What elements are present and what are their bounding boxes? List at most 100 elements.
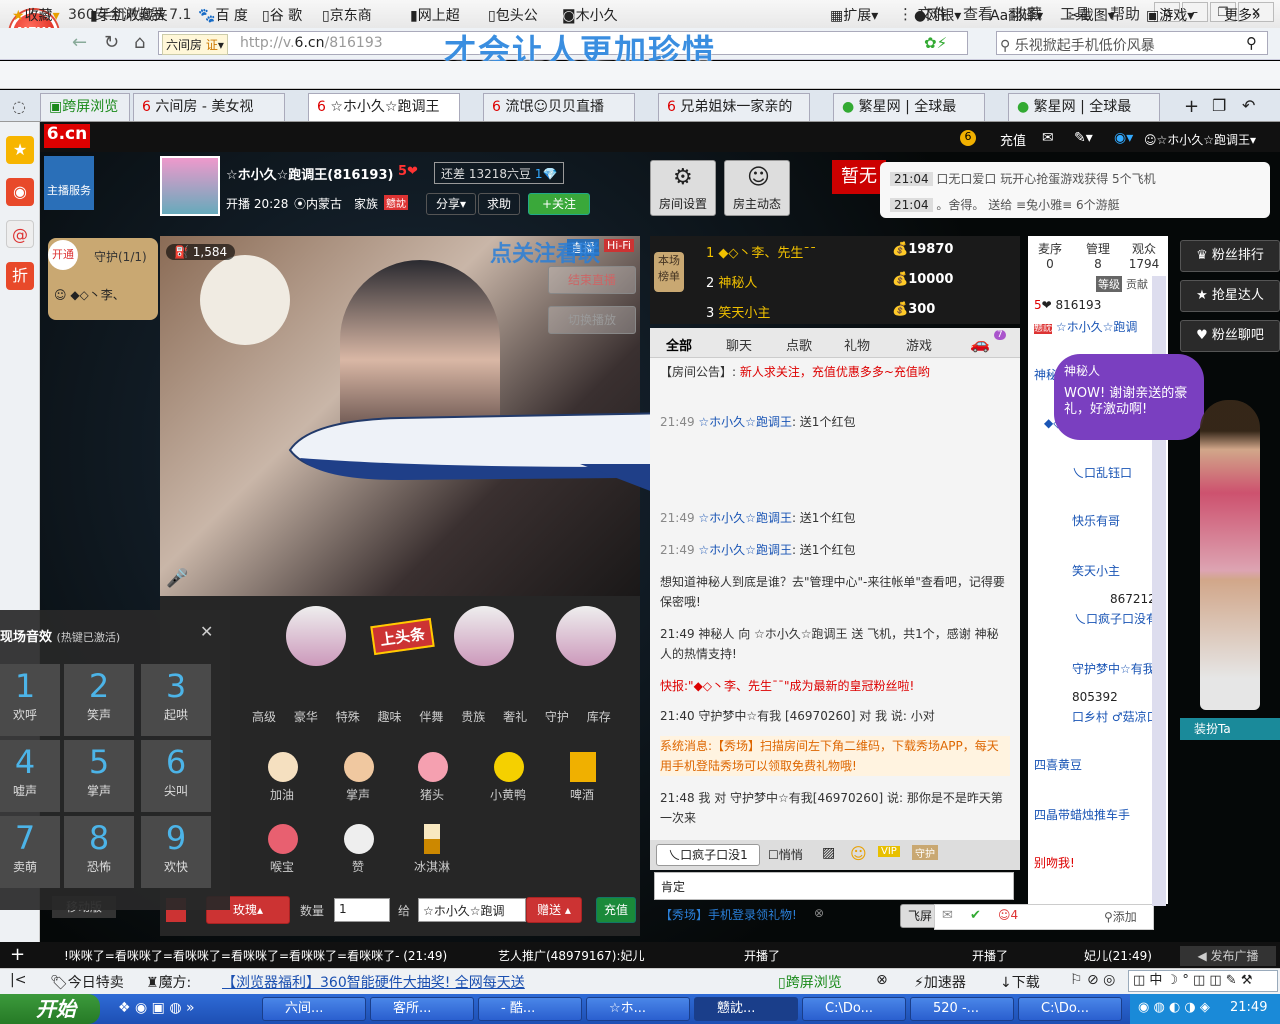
fans-rank-button[interactable]: ♛ 粉丝排行 — [1180, 240, 1280, 272]
discount-icon[interactable]: 折 — [6, 262, 34, 290]
edit-icon[interactable]: ✎▾ — [1074, 130, 1093, 146]
games-button[interactable]: ▣游戏▾ — [1146, 5, 1194, 25]
sfx-key[interactable]: 8 恐怖 — [64, 816, 134, 888]
end-live-button[interactable]: 结束直播 — [548, 266, 636, 294]
status-icon[interactable]: ◉▾ — [1114, 130, 1133, 146]
tab-queue[interactable]: 麦序 0 — [1030, 240, 1070, 271]
tab-beibei[interactable]: 6 流氓☺贝贝直播 — [483, 93, 635, 121]
quick-launch[interactable]: ❖ ◉ ▣ ◍ » — [118, 1000, 195, 1016]
url-text[interactable]: http://v.6.cn/816193 — [240, 35, 383, 51]
rank-row[interactable]: 2 神秘人 — [706, 272, 757, 291]
user-item[interactable]: 乀口乱钰口 — [1072, 464, 1132, 481]
taskbar-item[interactable]: 客所... — [370, 997, 474, 1021]
host-avatar[interactable] — [160, 156, 220, 216]
taskbar-item[interactable]: 520 -... — [910, 997, 1014, 1021]
tab-song[interactable]: 点歌 — [786, 335, 812, 354]
ime-bar[interactable]: ◫ 中 ☽ ° ◫ ◫ ✎ ⚒ — [1128, 970, 1278, 992]
daily-deals-link[interactable]: 🏷今日特卖 — [50, 972, 124, 992]
dress-up-button[interactable]: 装扮Ta — [1180, 718, 1280, 740]
sfx-key[interactable]: 6 尖叫 — [141, 740, 211, 812]
user-item[interactable]: 5❤ 816193 — [1034, 298, 1101, 312]
start-button[interactable]: 开始 — [0, 994, 100, 1024]
fans-chat-button[interactable]: ♥ 粉丝聊吧 — [1180, 320, 1280, 352]
user-item[interactable]: 笑天小主 — [1072, 562, 1120, 579]
tab-current-room[interactable]: 6 ☆ホ小久☆跑调王 — [308, 93, 460, 121]
home-icon[interactable]: ⌂ — [134, 32, 145, 53]
sfx-key[interactable]: 4 嘘声 — [0, 740, 60, 812]
recipient-input[interactable]: ☆ホ小久☆跑调 — [418, 898, 526, 922]
guard-member[interactable]: ☺ ◆◇丶李、 — [54, 286, 125, 303]
taskbar-item[interactable]: ☆ホ... — [586, 997, 690, 1021]
vip-icon[interactable]: VIP — [878, 846, 900, 857]
taskbar-item[interactable]: 戆訦... — [694, 997, 798, 1021]
rank-row[interactable]: 3 笑天小主 — [706, 302, 770, 321]
user-item[interactable]: 四喜黄豆 — [1034, 756, 1082, 773]
gift-icon-applause[interactable] — [344, 752, 374, 782]
tab-list-icon[interactable]: ❐ — [1212, 96, 1226, 115]
sfx-key[interactable]: 9 欢快 — [141, 816, 211, 888]
tab-admins[interactable]: 管理 8 — [1078, 240, 1118, 271]
emoji-icon[interactable]: ☺ — [850, 844, 867, 863]
favorites-button[interactable]: ★收藏▾ — [12, 5, 60, 25]
mail-icon[interactable]: @ — [6, 220, 34, 248]
tab-all[interactable]: 全部 — [666, 335, 692, 354]
sfx-key[interactable]: 5 掌声 — [64, 740, 134, 812]
sort-contrib[interactable]: 贡献 — [1126, 276, 1148, 292]
tab-liujianfang[interactable]: 6 六间房 - 美女视 — [133, 93, 285, 121]
user-item[interactable]: 四晶带蜡烛推车手 — [1034, 806, 1130, 823]
gift-icon-duck[interactable] — [494, 752, 524, 782]
follow-button[interactable]: +关注 — [528, 193, 590, 215]
host-feed-button[interactable]: ☺ 房主动态 — [724, 160, 790, 216]
gift-icon-pig[interactable] — [418, 752, 448, 782]
rank-row[interactable]: 1 ◆◇丶李、先生¯¯ — [706, 242, 816, 261]
gift-icon-lozenge[interactable] — [268, 824, 298, 854]
chat-target-select[interactable]: 乀口疯子口没1 — [656, 844, 760, 866]
cross-screen-button[interactable]: ▯跨屏浏览 — [778, 972, 842, 992]
car-icon[interactable]: 🚗 — [970, 334, 990, 353]
prev-icon[interactable]: |< — [10, 972, 26, 988]
mail-icon[interactable]: ✉ — [942, 908, 953, 923]
headline-avatar[interactable] — [556, 606, 616, 666]
tab-chat[interactable]: 聊天 — [726, 335, 752, 354]
image-icon[interactable]: ▨ — [822, 845, 835, 861]
whisper-checkbox[interactable]: ☐悄悄 — [768, 846, 803, 863]
bookmark-baotou[interactable]: ▯包头公 — [488, 5, 538, 25]
user-menu[interactable]: ☺☆ホ小久☆跑调王▾ — [1144, 131, 1256, 148]
tab-gift[interactable]: 礼物 — [844, 335, 870, 354]
bookmark-jd[interactable]: ▯京东商 — [322, 5, 372, 25]
headline-avatar[interactable] — [286, 606, 346, 666]
tab-family[interactable]: 6 兄弟姐妹一家亲的 — [658, 93, 810, 121]
reload-icon[interactable]: ↻ — [104, 32, 119, 53]
close-icon[interactable]: ✕ — [200, 622, 213, 641]
close-promo-icon[interactable]: ⊗ — [814, 906, 824, 920]
sfx-key[interactable]: 1 欢呼 — [0, 664, 60, 736]
give-button[interactable]: 赠送 ▴ — [526, 897, 582, 923]
bookmark-mobile[interactable]: ▮手机收藏夹 — [90, 5, 168, 25]
headline-avatar[interactable] — [454, 606, 514, 666]
anchor-service[interactable]: 主播服务 — [44, 156, 94, 210]
user-item[interactable]: 805392 — [1072, 690, 1118, 704]
coin-icon[interactable]: 6 — [960, 130, 976, 146]
tab-game[interactable]: 游戏 — [906, 335, 932, 354]
bookmark-muxiaojiu[interactable]: ◙木小久 — [562, 5, 618, 25]
star-grab-button[interactable]: ★ 抢星达人 — [1180, 280, 1280, 312]
weibo-icon[interactable]: ◉ — [6, 178, 34, 206]
history-icon[interactable]: ⊗ — [876, 972, 888, 988]
message-icon[interactable]: ✉ — [1042, 130, 1054, 146]
broadcast-item[interactable]: 21:04 口无口爱口 玩开心抢蛋游戏获得 5个飞机 — [890, 170, 1156, 187]
taskbar-item[interactable]: C:\Do... — [1018, 997, 1122, 1021]
broadcast-item[interactable]: 21:04 。舍得。 送给 ≡兔小雅≡ 6个游艇 — [890, 196, 1120, 213]
microphone-icon[interactable]: 🎤 — [166, 568, 188, 589]
back-icon[interactable]: ← — [72, 32, 87, 53]
friends-count[interactable]: ☺4 — [998, 908, 1018, 922]
taskbar-item[interactable]: - 酷... — [478, 997, 582, 1021]
security-icon[interactable]: ✿⚡ — [924, 34, 947, 52]
bookmark-google[interactable]: ▯谷 歌 — [262, 5, 302, 25]
undo-close-icon[interactable]: ↶ — [1242, 96, 1255, 115]
tab-cross-screen[interactable]: ▣跨屏浏览 — [40, 93, 130, 121]
tray-icons[interactable]: ◉ ◍ ◐ ◑ ◈ — [1138, 1000, 1210, 1015]
open-guard-button[interactable]: 开通 — [48, 240, 78, 270]
help-button[interactable]: 求助 — [478, 193, 520, 215]
chat-input[interactable]: 肯定 — [654, 872, 1014, 900]
site-logo[interactable]: 6.cn — [44, 124, 90, 148]
